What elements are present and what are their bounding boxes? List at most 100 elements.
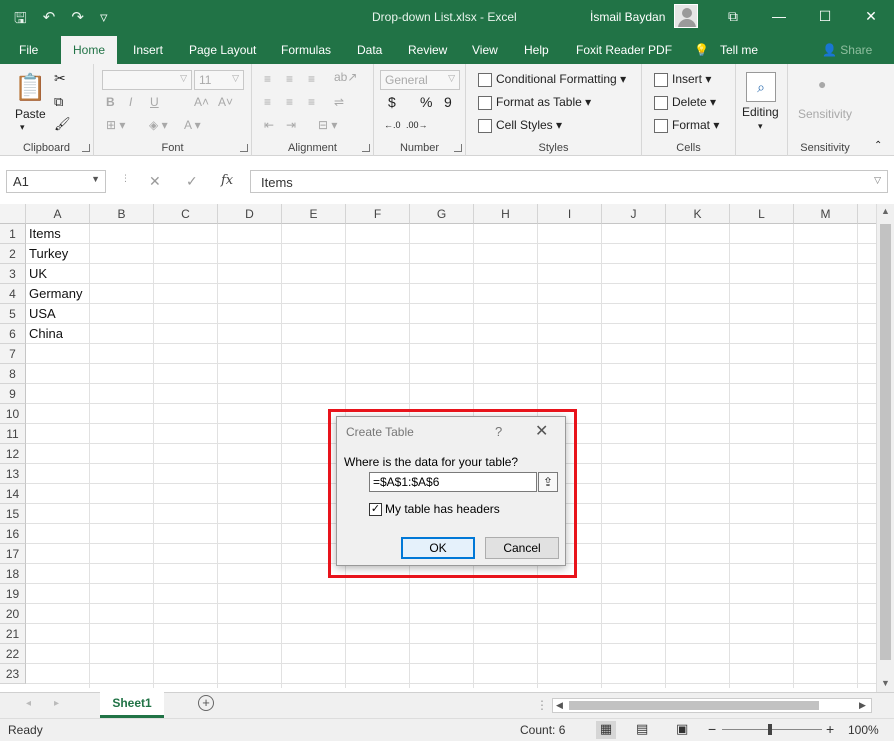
row-header[interactable]: 5 <box>0 304 26 324</box>
row-header[interactable]: 10 <box>0 404 26 424</box>
customize-icon[interactable]: ▿ <box>100 8 108 33</box>
sensitivity-button[interactable]: Sensitivity <box>798 107 852 121</box>
row-header[interactable]: 23 <box>0 664 26 684</box>
column-header-d[interactable]: D <box>218 204 282 224</box>
paste-button[interactable]: Paste <box>15 107 46 121</box>
delete-cells-button[interactable]: Delete ▾ <box>654 95 716 110</box>
zoom-slider-track[interactable] <box>722 729 822 730</box>
fill-color-icon[interactable]: ◈ ▾ <box>149 118 168 132</box>
align-top-icon[interactable]: ≡ <box>264 72 271 86</box>
format-cells-button[interactable]: Format ▾ <box>654 118 719 133</box>
copy-icon[interactable]: ⧉ <box>54 94 63 110</box>
search-icon[interactable]: ⌕ <box>746 72 776 102</box>
chevron-down-icon[interactable]: ▾ <box>20 122 25 133</box>
column-header-c[interactable]: C <box>154 204 218 224</box>
column-header-l[interactable]: L <box>730 204 794 224</box>
page-layout-view-icon[interactable]: ▤ <box>636 721 648 737</box>
sensitivity-icon[interactable]: ● <box>818 76 826 92</box>
add-sheet-icon[interactable]: + <box>198 695 214 711</box>
tab-help[interactable]: Help <box>524 43 549 57</box>
prev-sheet-icon[interactable]: ◂ <box>26 698 31 709</box>
user-name[interactable]: İsmail Baydan <box>590 10 665 24</box>
row-header[interactable]: 14 <box>0 484 26 504</box>
format-painter-icon[interactable]: 🖌 <box>54 116 71 132</box>
name-box[interactable]: A1 ▼ <box>6 170 106 193</box>
shrink-font-icon[interactable]: A˅ <box>218 95 233 109</box>
insert-cells-button[interactable]: Insert ▾ <box>654 72 711 87</box>
number-launcher-icon[interactable] <box>454 144 462 152</box>
percent-button[interactable]: % <box>420 94 432 110</box>
zoom-slider-thumb[interactable] <box>768 724 772 735</box>
enter-entry-icon[interactable]: ✓ <box>186 173 198 190</box>
cancel-entry-icon[interactable]: ✕ <box>149 173 161 190</box>
page-break-view-icon[interactable]: ▣ <box>676 721 688 737</box>
cut-icon[interactable]: ✂ <box>54 70 66 87</box>
scrollbar-thumb[interactable] <box>880 224 891 660</box>
scroll-left-icon[interactable]: ◀ <box>556 700 563 711</box>
editing-button[interactable]: Editing <box>742 105 779 119</box>
font-color-icon[interactable]: A ▾ <box>184 118 201 132</box>
format-as-table-button[interactable]: Format as Table ▾ <box>478 95 591 110</box>
row-header[interactable]: 21 <box>0 624 26 644</box>
ribbon-display-icon[interactable]: ⧉ <box>710 0 756 32</box>
font-size-combo[interactable]: 11 ▽ <box>194 70 244 90</box>
tab-file[interactable]: File <box>19 43 38 57</box>
select-all-corner[interactable] <box>0 204 26 224</box>
collapse-ribbon-icon[interactable]: ⌃ <box>874 140 882 151</box>
tab-home[interactable]: Home <box>61 36 118 64</box>
close-icon[interactable]: ✕ <box>848 0 894 32</box>
tab-page-layout[interactable]: Page Layout <box>189 43 256 57</box>
align-bottom-icon[interactable]: ≡ <box>308 72 315 86</box>
align-middle-icon[interactable]: ≡ <box>286 72 293 86</box>
comma-button[interactable]: 9 <box>444 94 452 110</box>
cell-a2[interactable]: Turkey <box>26 244 90 264</box>
cell-a3[interactable]: UK <box>26 264 90 284</box>
merge-center-icon[interactable]: ⊟ ▾ <box>318 118 337 132</box>
italic-button[interactable]: I <box>129 95 132 109</box>
scroll-up-icon[interactable]: ▲ <box>881 206 890 216</box>
column-header-g[interactable]: G <box>410 204 474 224</box>
decrease-indent-icon[interactable]: ⇤ <box>264 118 274 132</box>
row-header[interactable]: 19 <box>0 584 26 604</box>
wrap-text-icon[interactable]: ⇌ <box>334 95 344 109</box>
redo-icon[interactable]: ↷ <box>71 8 84 33</box>
conditional-formatting-button[interactable]: Conditional Formatting ▾ <box>478 72 626 87</box>
tab-review[interactable]: Review <box>408 43 447 57</box>
cell-a1[interactable]: Items <box>26 224 90 244</box>
column-header-f[interactable]: F <box>346 204 410 224</box>
chevron-down-icon[interactable]: ▾ <box>758 121 763 132</box>
row-header[interactable]: 17 <box>0 544 26 564</box>
row-header[interactable]: 2 <box>0 244 26 264</box>
normal-view-icon[interactable]: ▦ <box>596 721 616 739</box>
undo-icon[interactable]: ↶ <box>43 8 56 33</box>
column-header-i[interactable]: I <box>538 204 602 224</box>
row-header[interactable]: 18 <box>0 564 26 584</box>
clipboard-launcher-icon[interactable] <box>82 144 90 152</box>
cell-a4[interactable]: Germany <box>26 284 90 304</box>
formula-input[interactable]: Items ▽ <box>250 170 888 193</box>
row-header[interactable]: 15 <box>0 504 26 524</box>
vertical-scrollbar[interactable]: ▲ ▼ <box>876 204 894 692</box>
column-header-b[interactable]: B <box>90 204 154 224</box>
tab-data[interactable]: Data <box>357 43 382 57</box>
zoom-out-button[interactable]: − <box>708 721 716 737</box>
maximize-icon[interactable]: ☐ <box>802 0 848 32</box>
cell-styles-button[interactable]: Cell Styles ▾ <box>478 118 562 133</box>
bold-button[interactable]: B <box>106 95 115 109</box>
tab-foxit[interactable]: Foxit Reader PDF <box>576 43 672 57</box>
column-header-a[interactable]: A <box>26 204 90 224</box>
row-header[interactable]: 16 <box>0 524 26 544</box>
column-header-h[interactable]: H <box>474 204 538 224</box>
row-header[interactable]: 3 <box>0 264 26 284</box>
column-header-e[interactable]: E <box>282 204 346 224</box>
currency-button[interactable]: $ <box>388 94 396 110</box>
column-header-k[interactable]: K <box>666 204 730 224</box>
borders-icon[interactable]: ⊞ ▾ <box>106 118 125 132</box>
scroll-right-icon[interactable]: ▶ <box>859 700 866 711</box>
tab-formulas[interactable]: Formulas <box>281 43 331 57</box>
tab-view[interactable]: View <box>472 43 498 57</box>
row-header[interactable]: 22 <box>0 644 26 664</box>
align-right-icon[interactable]: ≡ <box>308 95 315 109</box>
zoom-level[interactable]: 100% <box>848 723 879 737</box>
row-header[interactable]: 7 <box>0 344 26 364</box>
